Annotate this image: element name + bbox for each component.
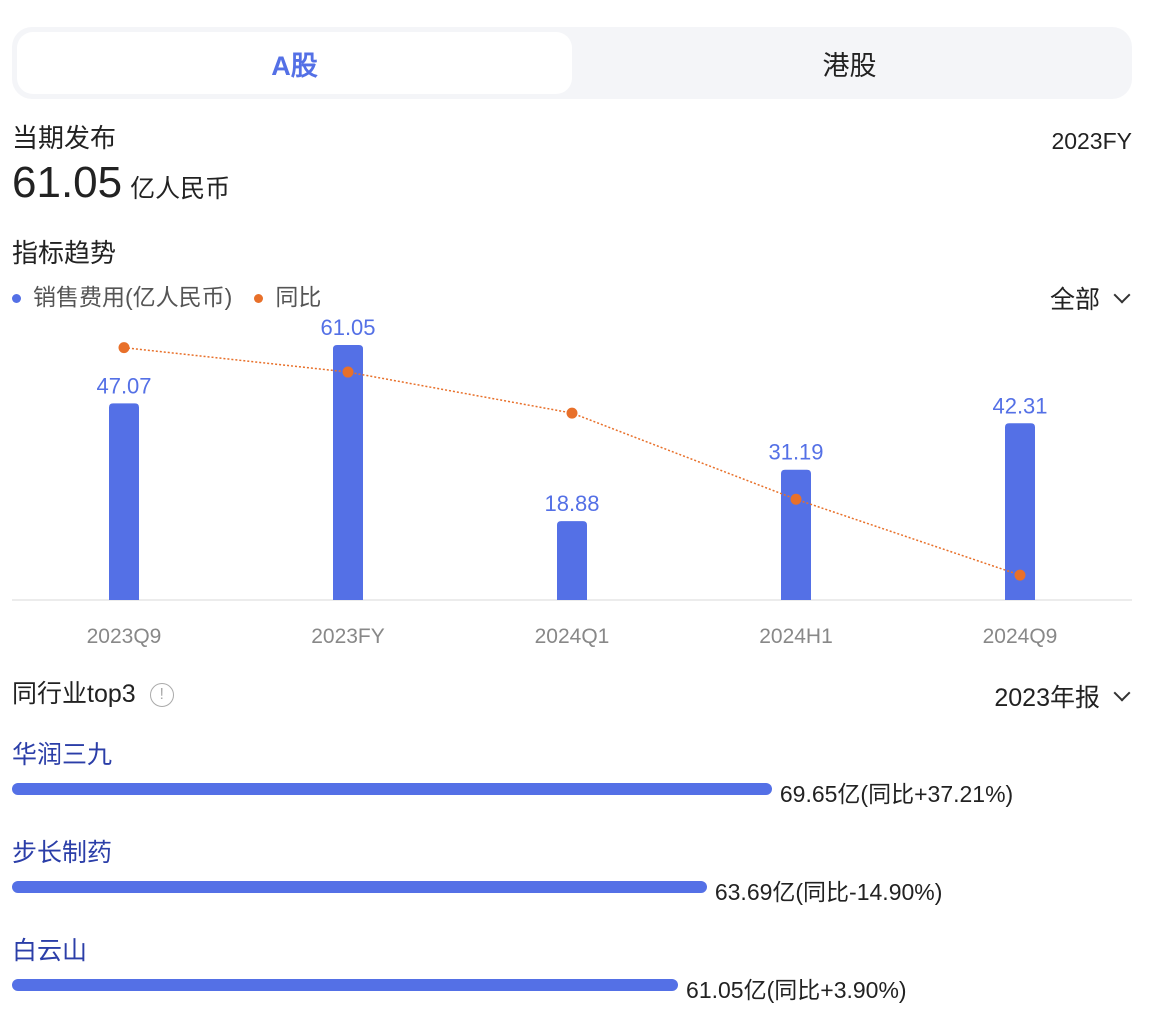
yoy-point	[790, 493, 802, 505]
trend-chart: 47.07 2023Q9 61.05 2023FY 18.88 2024Q1 31.19 20…	[12, 315, 1132, 648]
peers-header: 同行业top3!	[12, 674, 174, 710]
bar	[557, 521, 587, 600]
info-icon[interactable]: !	[149, 683, 174, 708]
bar-value-label: 42.31	[992, 393, 1047, 418]
current-title: 当期发布	[12, 123, 117, 153]
peer-name[interactable]: 白云山	[12, 931, 87, 967]
current-value: 61.05 亿人民币	[12, 158, 230, 208]
peer-bar	[12, 783, 772, 795]
current-period: 2023FY	[1051, 128, 1132, 154]
bar	[333, 345, 363, 600]
peers-title: 同行业top3	[12, 680, 136, 708]
x-tick-label: 2023FY	[311, 625, 385, 648]
tab-a-shares[interactable]: A股	[17, 32, 572, 94]
bar	[109, 403, 139, 600]
yoy-point	[566, 407, 578, 419]
trend-title: 指标趋势	[12, 238, 117, 268]
current-value-number: 61.05	[12, 158, 123, 207]
yoy-point	[1014, 569, 1026, 581]
peers-filter-dropdown[interactable]: 2023年报	[994, 678, 1131, 714]
peer-value-label: 63.69亿(同比-14.90%)	[714, 879, 943, 905]
peer-bar	[12, 979, 679, 991]
peer-value-label: 61.05亿(同比+3.90%)	[686, 977, 907, 1003]
peers-filter-label: 2023年报	[994, 684, 1100, 712]
yoy-point	[342, 366, 354, 378]
current-value-unit: 亿人民币	[130, 175, 231, 203]
tab-hk-shares[interactable]: 港股	[572, 32, 1127, 94]
bar	[781, 469, 811, 600]
bar-value-label: 18.88	[544, 491, 599, 516]
bar-value-label: 61.05	[320, 315, 375, 340]
market-tabs: A股 港股	[12, 27, 1132, 99]
peer-name[interactable]: 步长制药	[12, 833, 112, 869]
chevron-down-icon	[1113, 684, 1131, 702]
x-tick-label: 2023Q9	[87, 625, 162, 648]
bar-value-label: 31.19	[768, 440, 823, 465]
yoy-point	[118, 342, 130, 354]
x-tick-label: 2024Q1	[535, 625, 610, 648]
peer-value-label: 69.65亿(同比+37.21%)	[779, 781, 1014, 807]
x-tick-label: 2024H1	[759, 625, 833, 648]
peer-name[interactable]: 华润三九	[12, 735, 112, 771]
bar-value-label: 47.07	[96, 373, 151, 398]
x-tick-label: 2024Q9	[983, 625, 1058, 648]
peer-bar	[12, 881, 707, 893]
